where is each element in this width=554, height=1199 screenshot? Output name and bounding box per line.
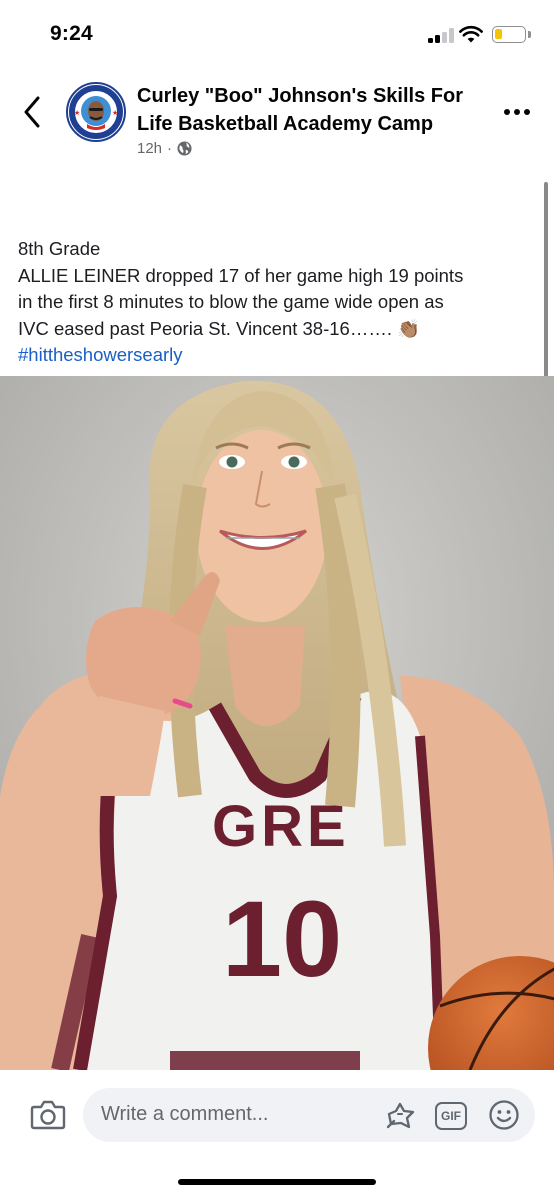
cellular-signal-icon [428, 27, 454, 43]
post-age: 12h [137, 140, 163, 157]
sticker-icon[interactable] [385, 1100, 417, 1132]
camera-icon[interactable] [30, 1100, 66, 1130]
camp-logo-icon: ★ ★ [69, 85, 123, 139]
status-time: 9:24 [50, 22, 93, 45]
jersey-number: 10 [222, 878, 342, 999]
emoji-icon[interactable] [488, 1099, 520, 1131]
page-avatar[interactable]: ★ ★ [66, 82, 126, 142]
gif-button[interactable]: GIF [435, 1102, 467, 1130]
caption-line: IVC eased past Peoria St. Vincent 38-16…… [18, 317, 421, 339]
battery-cap [528, 31, 531, 38]
hashtag-link[interactable]: #hittheshowersearly [18, 342, 538, 369]
svg-text:★: ★ [112, 109, 118, 117]
caption-line: 8th Grade [18, 238, 101, 259]
page-name-link[interactable]: Curley "Boo" Johnson's Skills For Life B… [137, 82, 497, 138]
player-photo-illustration: GRE 10 [0, 376, 554, 1070]
post-caption: 8th Grade ALLIE LEINER dropped 17 of her… [18, 236, 538, 369]
globe-icon [177, 141, 192, 156]
scrollbar[interactable] [544, 182, 548, 378]
more-options-icon[interactable] [504, 104, 534, 120]
post-header: ★ ★ Curley "Boo" Johnson's Skills For Li… [0, 64, 554, 174]
battery-icon [492, 26, 526, 43]
comment-placeholder: Write a comment... [101, 1103, 269, 1125]
meta-separator: · [167, 140, 173, 157]
home-indicator[interactable] [178, 1179, 376, 1185]
post-meta: 12h · [137, 140, 192, 157]
battery-level [495, 29, 502, 39]
post-photo[interactable]: GRE 10 [0, 376, 554, 1070]
svg-text:★: ★ [74, 109, 80, 117]
caption-line: in the first 8 minutes to blow the game … [18, 291, 444, 312]
back-chevron-icon[interactable] [20, 94, 46, 130]
wifi-icon [459, 25, 483, 43]
comment-input[interactable]: Write a comment... GIF [83, 1088, 535, 1142]
caption-line: ALLIE LEINER dropped 17 of her game high… [18, 264, 464, 286]
status-bar: 9:24 [0, 0, 554, 64]
